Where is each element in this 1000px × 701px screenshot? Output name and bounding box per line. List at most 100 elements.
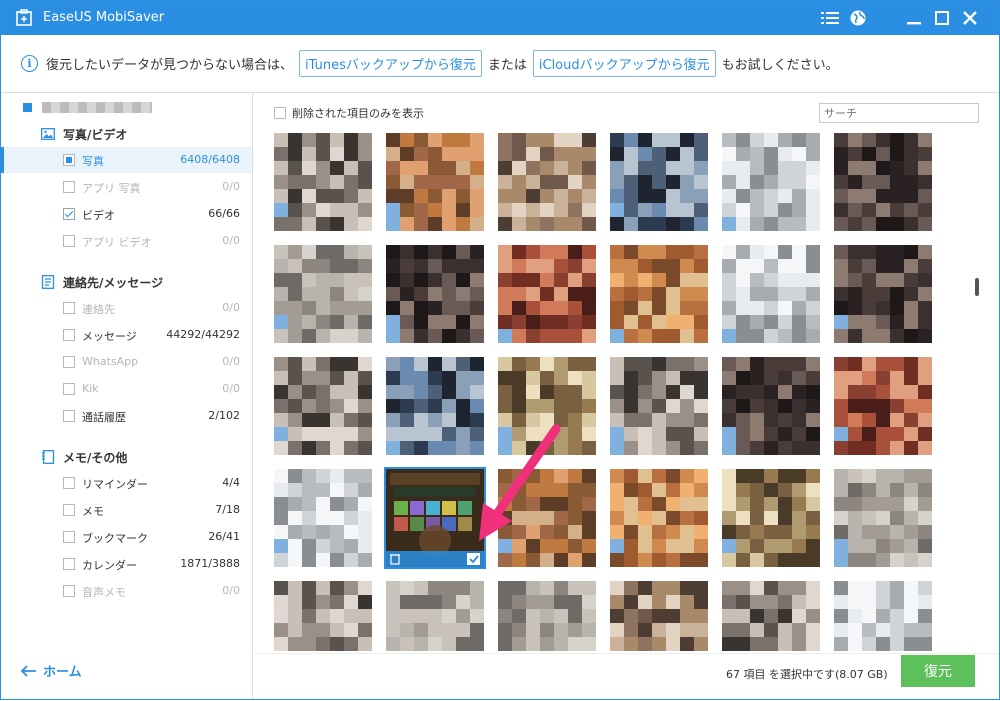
whatsapp-checkbox[interactable] — [63, 356, 75, 368]
globe-icon[interactable] — [847, 7, 869, 29]
photo-thumbnail[interactable] — [834, 357, 932, 455]
sidebar-item-count: 4/4 — [222, 476, 240, 489]
sidebar-item-label: 連絡先 — [82, 303, 115, 316]
deleted-only-filter[interactable]: 削除された項目のみを表示 — [274, 105, 424, 121]
photo-thumbnail[interactable] — [498, 469, 596, 567]
sidebar-item-count: 0/0 — [222, 234, 240, 247]
photo-thumbnail[interactable] — [498, 581, 596, 651]
sidebar-item-photos[interactable]: 写真 6408/6408 — [1, 147, 252, 173]
photo-thumbnail[interactable] — [834, 581, 932, 651]
maximize-icon[interactable] — [931, 7, 953, 29]
photo-thumbnail[interactable] — [386, 357, 484, 455]
photo-thumbnail[interactable] — [834, 245, 932, 343]
photo-icon — [41, 128, 55, 140]
photo-thumbnail[interactable] — [722, 469, 820, 567]
photo-thumbnail[interactable] — [274, 245, 372, 343]
photo-thumbnail[interactable] — [386, 581, 484, 651]
home-label: ホーム — [43, 665, 82, 680]
photo-thumbnail[interactable] — [274, 469, 372, 567]
sidebar-item-app-videos[interactable]: アプリ ビデオ 0/0 — [1, 228, 252, 254]
sidebar-item-count: 0/0 — [222, 180, 240, 193]
section-notes-other: メモ/その他 — [41, 448, 127, 466]
scrollbar-thumb[interactable] — [975, 278, 979, 296]
kik-checkbox[interactable] — [63, 383, 75, 395]
recover-button[interactable]: 復元 — [901, 655, 975, 687]
app-videos-checkbox[interactable] — [63, 235, 75, 247]
videos-checkbox[interactable] — [63, 208, 75, 220]
photo-thumbnail[interactable] — [274, 357, 372, 455]
device-checkbox[interactable] — [23, 102, 32, 112]
sidebar-item-label: カレンダー — [82, 559, 137, 572]
photo-thumbnail[interactable] — [610, 245, 708, 343]
call-history-checkbox[interactable] — [63, 410, 75, 422]
app-window: EaseUS MobiSaver i 復元したいデータが見つからない場合は、 i… — [0, 0, 1000, 700]
photo-thumbnail-selected[interactable] — [384, 467, 486, 569]
device-row[interactable] — [23, 99, 152, 115]
sidebar-item-count: 6408/6408 — [180, 153, 240, 166]
sidebar-item-kik[interactable]: Kik 0/0 — [1, 376, 252, 402]
sidebar: 写真/ビデオ 写真 6408/6408 アプリ 写真 0/0 ビデオ 66/66… — [1, 93, 253, 699]
sidebar-item-videos[interactable]: ビデオ 66/66 — [1, 201, 252, 227]
photo-thumbnail[interactable] — [834, 469, 932, 567]
photo-thumbnail[interactable] — [722, 245, 820, 343]
photo-thumbnail[interactable] — [610, 357, 708, 455]
photo-thumbnail[interactable] — [386, 245, 484, 343]
menu-list-icon[interactable] — [819, 7, 841, 29]
sidebar-item-label: ビデオ — [82, 209, 115, 222]
sidebar-item-label: アプリ 写真 — [82, 182, 141, 195]
home-button[interactable]: ホーム — [21, 661, 82, 680]
info-text-after: もお試しください。 — [721, 58, 839, 73]
sidebar-item-count: 66/66 — [208, 207, 240, 220]
itunes-backup-link[interactable]: iTunesバックアップから復元 — [299, 50, 482, 77]
sidebar-item-calendar[interactable]: カレンダー 1871/3888 — [1, 551, 252, 577]
bookmarks-checkbox[interactable] — [63, 531, 75, 543]
sidebar-item-bookmarks[interactable]: ブックマーク 26/41 — [1, 524, 252, 550]
photo-thumbnail[interactable] — [610, 469, 708, 567]
photo-thumbnail[interactable] — [834, 133, 932, 231]
info-icon: i — [21, 55, 38, 72]
sidebar-item-whatsapp[interactable]: WhatsApp 0/0 — [1, 349, 252, 375]
sidebar-item-messages[interactable]: メッセージ 44292/44292 — [1, 322, 252, 348]
sidebar-item-notes[interactable]: メモ 7/18 — [1, 497, 252, 523]
reminders-checkbox[interactable] — [63, 477, 75, 489]
photos-checkbox[interactable] — [63, 154, 75, 166]
photo-thumbnail[interactable] — [274, 133, 372, 231]
messages-checkbox[interactable] — [63, 329, 75, 341]
contacts-checkbox[interactable] — [63, 302, 75, 314]
scrollbar[interactable] — [972, 133, 982, 643]
photo-thumbnail[interactable] — [610, 133, 708, 231]
photo-thumbnail[interactable] — [386, 133, 484, 231]
minimize-icon[interactable] — [903, 7, 925, 29]
icloud-backup-link[interactable]: iCloudバックアップから復元 — [532, 50, 716, 77]
sidebar-item-count: 44292/44292 — [166, 328, 240, 341]
info-text-middle: または — [487, 58, 527, 73]
photo-thumbnail[interactable] — [274, 581, 372, 651]
section-title: メモ/その他 — [63, 450, 128, 465]
app-photos-checkbox[interactable] — [63, 181, 75, 193]
photo-thumbnail[interactable] — [498, 357, 596, 455]
sidebar-item-label: 通話履歴 — [82, 411, 126, 424]
sidebar-item-voice-memos[interactable]: 音声メモ 0/0 — [1, 578, 252, 604]
photo-thumbnail[interactable] — [498, 245, 596, 343]
photo-thumbnail[interactable] — [722, 581, 820, 651]
close-icon[interactable] — [959, 7, 981, 29]
sidebar-item-reminders[interactable]: リマインダー 4/4 — [1, 470, 252, 496]
photo-grid — [274, 133, 979, 651]
photo-thumbnail[interactable] — [722, 133, 820, 231]
search-input[interactable] — [819, 103, 979, 123]
notes-checkbox[interactable] — [63, 504, 75, 516]
deleted-only-checkbox[interactable] — [274, 107, 286, 119]
notes-icon — [42, 450, 55, 464]
photo-thumbnail[interactable] — [610, 581, 708, 651]
sidebar-item-contacts[interactable]: 連絡先 0/0 — [1, 295, 252, 321]
selected-check-icon[interactable] — [467, 553, 480, 565]
sidebar-item-call-history[interactable]: 通話履歴 2/102 — [1, 403, 252, 429]
sidebar-item-label: 写真 — [82, 155, 104, 168]
voice-memos-checkbox[interactable] — [63, 585, 75, 597]
sidebar-item-app-photos[interactable]: アプリ 写真 0/0 — [1, 174, 252, 200]
calendar-checkbox[interactable] — [63, 558, 75, 570]
sidebar-item-label: Kik — [82, 382, 99, 395]
photo-thumbnail[interactable] — [722, 357, 820, 455]
section-photo-video: 写真/ビデオ — [41, 125, 127, 143]
photo-thumbnail[interactable] — [498, 133, 596, 231]
